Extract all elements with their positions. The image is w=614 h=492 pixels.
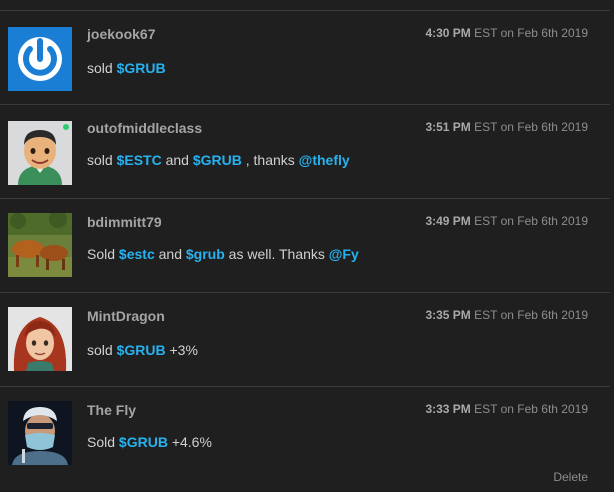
ticker-link[interactable]: $grub xyxy=(186,246,225,262)
username[interactable]: outofmiddleclass xyxy=(87,120,202,136)
masked-doctor-avatar[interactable] xyxy=(8,401,72,465)
post-item: The Fly 3:33 PM EST on Feb 6th 2019 Sold… xyxy=(0,387,610,480)
timestamp: 3:35 PM EST on Feb 6th 2019 xyxy=(425,308,588,322)
timestamp: 3:49 PM EST on Feb 6th 2019 xyxy=(425,214,588,228)
cattle-photo-avatar[interactable] xyxy=(8,213,72,277)
ticker-link[interactable]: $estc xyxy=(119,246,155,262)
timestamp: 3:51 PM EST on Feb 6th 2019 xyxy=(425,120,588,134)
post-date: EST on Feb 6th 2019 xyxy=(470,402,588,416)
message-segment: Sold xyxy=(87,246,119,262)
ticker-link[interactable]: $GRUB xyxy=(117,342,166,358)
timestamp: 3:33 PM EST on Feb 6th 2019 xyxy=(425,402,588,416)
post-date: EST on Feb 6th 2019 xyxy=(470,26,588,40)
post-date: EST on Feb 6th 2019 xyxy=(470,120,588,134)
timestamp: 4:30 PM EST on Feb 6th 2019 xyxy=(425,26,588,40)
post-date: EST on Feb 6th 2019 xyxy=(470,308,588,322)
message-segment: +3% xyxy=(165,342,198,358)
message-segment: sold xyxy=(87,152,117,168)
message-segment: and xyxy=(154,246,186,262)
message-segment: , thanks xyxy=(241,152,299,168)
post-item: bdimmitt79 3:49 PM EST on Feb 6th 2019 S… xyxy=(0,199,610,293)
ticker-link[interactable]: $ESTC xyxy=(117,152,162,168)
redhead-avatar[interactable] xyxy=(8,307,72,371)
message-segment: as well. Thanks xyxy=(224,246,329,262)
post-time: 3:35 PM xyxy=(425,308,471,322)
power-icon[interactable] xyxy=(8,27,72,91)
ticker-link[interactable]: $GRUB xyxy=(119,434,168,450)
message-text: Sold $GRUB +4.6% xyxy=(87,434,212,450)
post-time: 3:33 PM xyxy=(425,402,471,416)
ticker-link[interactable]: $GRUB xyxy=(193,152,242,168)
post-item: outofmiddleclass 3:51 PM EST on Feb 6th … xyxy=(0,105,610,199)
post-time: 3:49 PM xyxy=(425,214,471,228)
message-segment: +4.6% xyxy=(167,434,212,450)
message-segment: Sold xyxy=(87,434,119,450)
post-date: EST on Feb 6th 2019 xyxy=(470,214,588,228)
message-text: Sold $estc and $grub as well. Thanks @Fy xyxy=(87,246,359,262)
message-segment: sold xyxy=(87,342,117,358)
post-item: MintDragon 3:35 PM EST on Feb 6th 2019 s… xyxy=(0,293,610,387)
post-time: 3:51 PM xyxy=(425,120,471,134)
cartoon-man-avatar[interactable] xyxy=(8,121,72,185)
username[interactable]: joekook67 xyxy=(87,26,155,42)
message-text: sold $GRUB +3% xyxy=(87,342,198,358)
ticker-link[interactable]: $GRUB xyxy=(117,60,166,76)
message-text: sold $GRUB xyxy=(87,60,166,76)
message-segment: sold xyxy=(87,60,117,76)
post-time: 4:30 PM xyxy=(425,26,471,40)
delete-link[interactable]: Delete xyxy=(553,470,588,484)
username[interactable]: The Fly xyxy=(87,402,136,418)
message-feed: joekook67 4:30 PM EST on Feb 6th 2019 so… xyxy=(0,0,614,492)
mention-link[interactable]: @Fy xyxy=(329,246,359,262)
mention-link[interactable]: @thefly xyxy=(299,152,350,168)
message-text: sold $ESTC and $GRUB , thanks @thefly xyxy=(87,152,350,168)
username[interactable]: MintDragon xyxy=(87,308,165,324)
username[interactable]: bdimmitt79 xyxy=(87,214,162,230)
post-item: joekook67 4:30 PM EST on Feb 6th 2019 so… xyxy=(0,11,610,105)
message-segment: and xyxy=(161,152,193,168)
